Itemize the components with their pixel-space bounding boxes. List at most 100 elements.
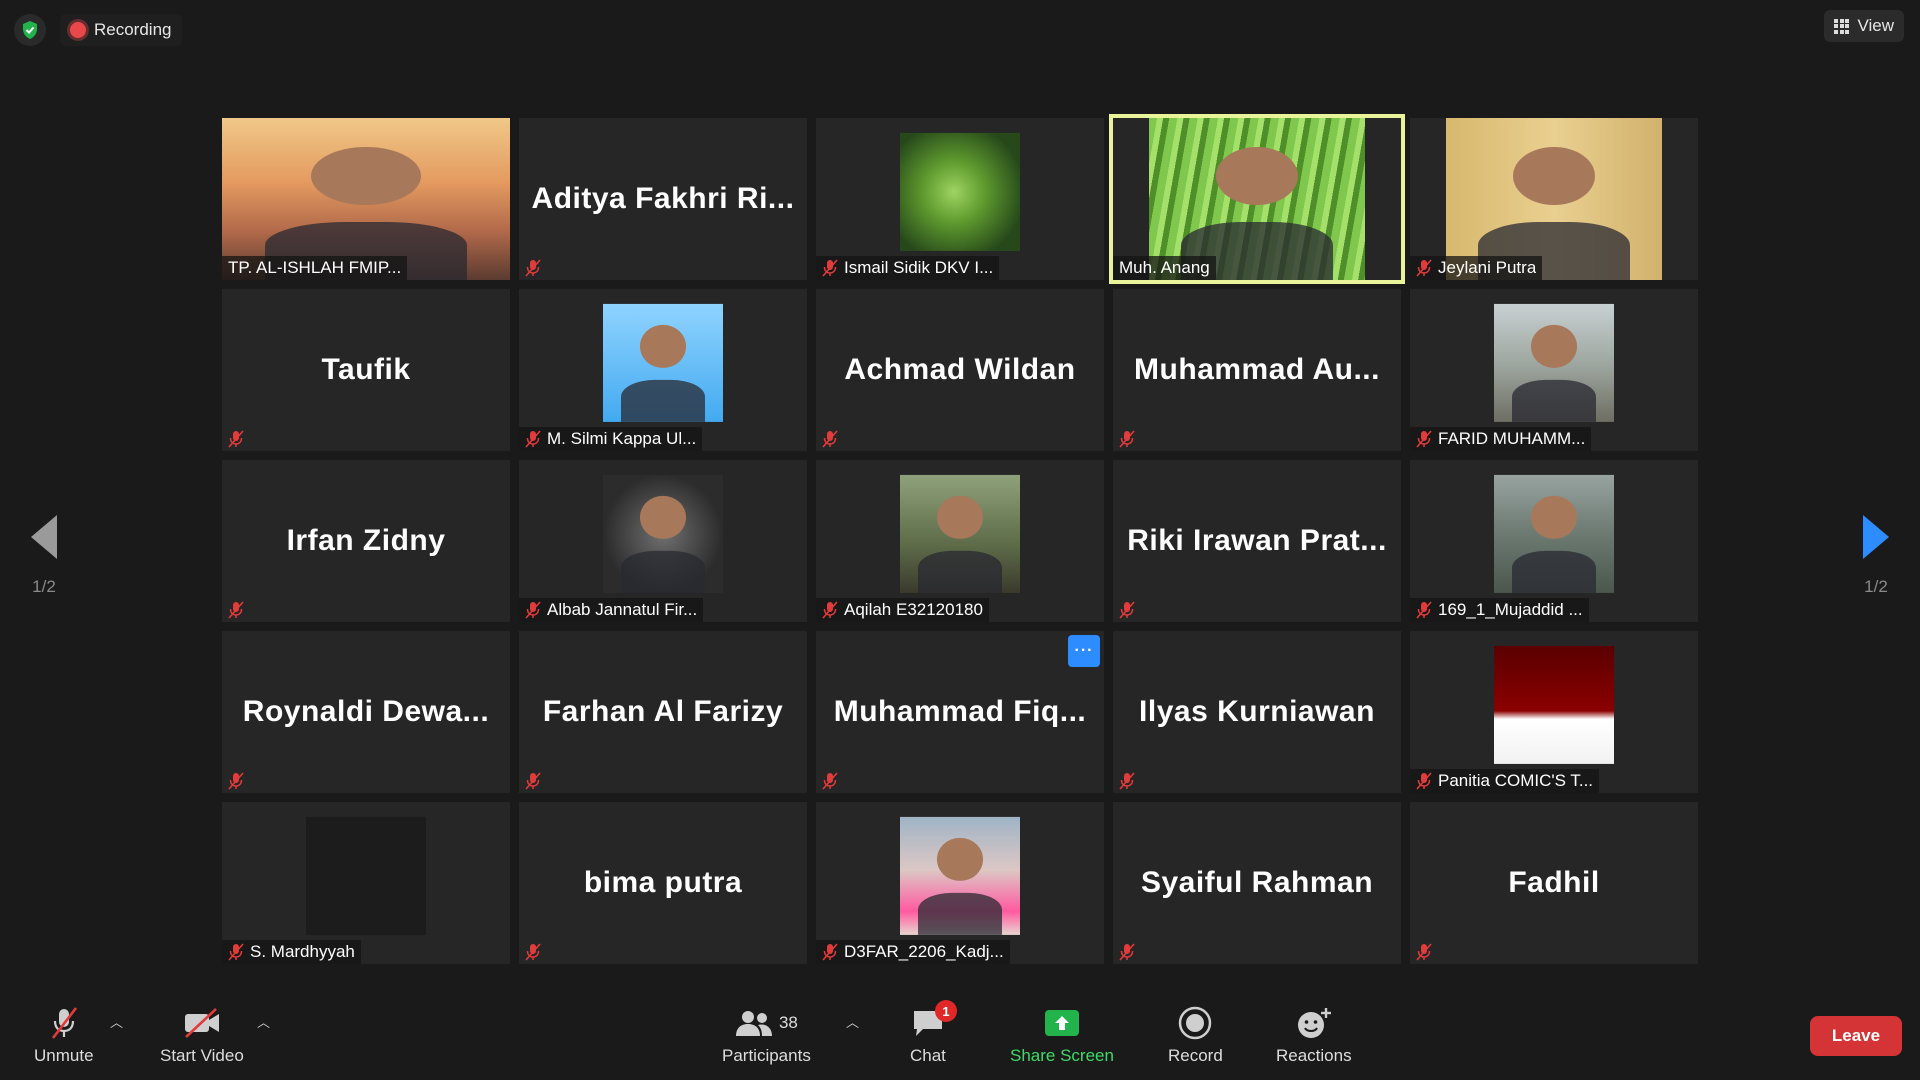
participant-tile[interactable]: TP. AL-ISHLAH FMIP... (222, 118, 510, 280)
microphone-muted-icon (49, 1006, 79, 1040)
participant-tile[interactable]: Riki Irawan Prat... (1113, 460, 1401, 622)
participants-options-caret-icon[interactable]: ︿ (846, 1012, 859, 1031)
mic-muted-icon (228, 430, 244, 448)
participant-display-name: Achmad Wildan (816, 289, 1104, 451)
record-icon (1179, 1006, 1212, 1040)
participant-tile[interactable]: Muh. Anang (1109, 114, 1405, 284)
participant-display-name: Farhan Al Farizy (519, 631, 807, 793)
participant-tile[interactable]: Panitia COMIC'S T... (1410, 631, 1698, 793)
participant-name-label: M. Silmi Kappa Ul... (519, 427, 703, 451)
start-video-label: Start Video (160, 1046, 244, 1065)
participant-tile[interactable]: D3FAR_2206_Kadj... (816, 802, 1104, 964)
participant-tile[interactable]: Aditya Fakhri Ri... (519, 118, 807, 280)
participant-display-name: Muhammad Au... (1113, 289, 1401, 451)
recording-label: Recording (94, 20, 172, 39)
participant-tile[interactable]: M. Silmi Kappa Ul... (519, 289, 807, 451)
arrow-left-icon (31, 515, 57, 559)
participant-tile[interactable]: 169_1_Mujaddid ... (1410, 460, 1698, 622)
participant-name-label (1113, 427, 1141, 451)
next-page-button[interactable]: 1/2 (1846, 515, 1906, 597)
participants-button[interactable]: 38 Participants (722, 1006, 811, 1066)
participants-count: 38 (778, 1013, 798, 1032)
person-body (918, 892, 1002, 935)
participant-name-label (222, 598, 250, 622)
participant-tile[interactable]: FARID MUHAMM... (1410, 289, 1698, 451)
participant-name: FARID MUHAMM... (1438, 429, 1586, 448)
mic-muted-icon (228, 601, 244, 619)
participant-name-label (222, 427, 250, 451)
record-label: Record (1168, 1046, 1223, 1065)
participant-name: Muh. Anang (1119, 258, 1210, 277)
participant-name: M. Silmi Kappa Ul... (547, 429, 697, 448)
chat-button[interactable]: 1 Chat (910, 1000, 957, 1066)
reactions-label: Reactions (1276, 1046, 1352, 1065)
participant-tile[interactable]: Aqilah E32120180 (816, 460, 1104, 622)
share-screen-label: Share Screen (1010, 1046, 1114, 1065)
security-shield-icon[interactable] (14, 14, 46, 46)
record-button[interactable]: Record (1168, 1006, 1223, 1066)
participant-tile[interactable]: Irfan Zidny (222, 460, 510, 622)
participant-tile[interactable]: Albab Jannatul Fir... (519, 460, 807, 622)
participant-tile[interactable]: Achmad Wildan (816, 289, 1104, 451)
participant-display-name: Syaiful Rahman (1113, 802, 1401, 964)
participant-display-name-text: Muhammad Fiq... (833, 695, 1087, 728)
participant-tile[interactable]: Jeylani Putra (1410, 118, 1698, 280)
participant-tile[interactable]: Taufik (222, 289, 510, 451)
leave-button[interactable]: Leave (1810, 1016, 1902, 1056)
participant-name-label: Albab Jannatul Fir... (519, 598, 704, 622)
chat-unread-badge: 1 (934, 1000, 957, 1022)
participant-name-label (816, 769, 844, 793)
mic-muted-icon (525, 772, 541, 790)
participant-display-name-text: Fadhil (1508, 866, 1600, 899)
participant-name-label (1113, 598, 1141, 622)
emoji-add-icon (1297, 1008, 1331, 1038)
participant-name: Ismail Sidik DKV I... (844, 258, 994, 277)
mic-muted-icon (1416, 430, 1432, 448)
participant-display-name: Irfan Zidny (222, 460, 510, 622)
people-icon (735, 1011, 772, 1036)
video-feed-image (900, 816, 1020, 935)
view-button[interactable]: View (1824, 10, 1904, 42)
video-feed-image (603, 303, 723, 422)
participant-display-name-text: Roynaldi Dewa... (242, 695, 490, 728)
audio-options-caret-icon[interactable]: ︿ (110, 1012, 123, 1031)
page-indicator-left: 1/2 (32, 577, 56, 596)
participant-tile[interactable]: Muhammad Fiq... ··· (816, 631, 1104, 793)
unmute-button[interactable]: Unmute (34, 1006, 94, 1066)
participant-tile[interactable]: Ilyas Kurniawan (1113, 631, 1401, 793)
person-body (1512, 379, 1596, 422)
participant-tile[interactable]: Farhan Al Farizy (519, 631, 807, 793)
participant-display-name-text: Riki Irawan Prat... (1127, 524, 1387, 557)
start-video-button[interactable]: Start Video (160, 1006, 244, 1066)
recording-indicator[interactable]: Recording (60, 14, 182, 46)
meeting-toolbar: Unmute ︿ Start Video ︿ 38 Participants ︿… (0, 998, 1920, 1080)
participant-name-label (816, 427, 844, 451)
participant-name-label (519, 940, 547, 964)
participants-icon-group: 38 (735, 1006, 798, 1040)
participant-tile[interactable]: Ismail Sidik DKV I... (816, 118, 1104, 280)
share-screen-button[interactable]: Share Screen (1010, 1006, 1114, 1066)
mic-muted-icon (525, 430, 541, 448)
participant-display-name-text: Muhammad Au... (1134, 353, 1380, 386)
participant-tile[interactable]: Fadhil (1410, 802, 1698, 964)
reactions-button[interactable]: Reactions (1276, 1006, 1352, 1066)
participant-tile[interactable]: bima putra (519, 802, 807, 964)
participants-label: Participants (722, 1046, 811, 1065)
participant-display-name-text: bima putra (583, 866, 743, 899)
participant-name-label (1113, 940, 1141, 964)
person-silhouette (1215, 147, 1299, 206)
participant-name-label (519, 769, 547, 793)
chat-icon-wrap: 1 (911, 1000, 957, 1040)
participant-tile[interactable]: Syaiful Rahman (1113, 802, 1401, 964)
participant-tile[interactable]: Roynaldi Dewa... (222, 631, 510, 793)
person-body (1512, 550, 1596, 593)
previous-page-button[interactable]: 1/2 (14, 515, 74, 597)
participant-display-name-text: Aditya Fakhri Ri... (531, 182, 795, 215)
video-options-caret-icon[interactable]: ︿ (257, 1012, 270, 1031)
participant-tile[interactable]: Muhammad Au... (1113, 289, 1401, 451)
participant-display-name-text: Syaiful Rahman (1140, 866, 1374, 899)
participant-display-name: Roynaldi Dewa... (222, 631, 510, 793)
participant-display-name: bima putra (519, 802, 807, 964)
participant-tile[interactable]: S. Mardhyyah (222, 802, 510, 964)
more-options-button[interactable]: ··· (1068, 635, 1100, 667)
